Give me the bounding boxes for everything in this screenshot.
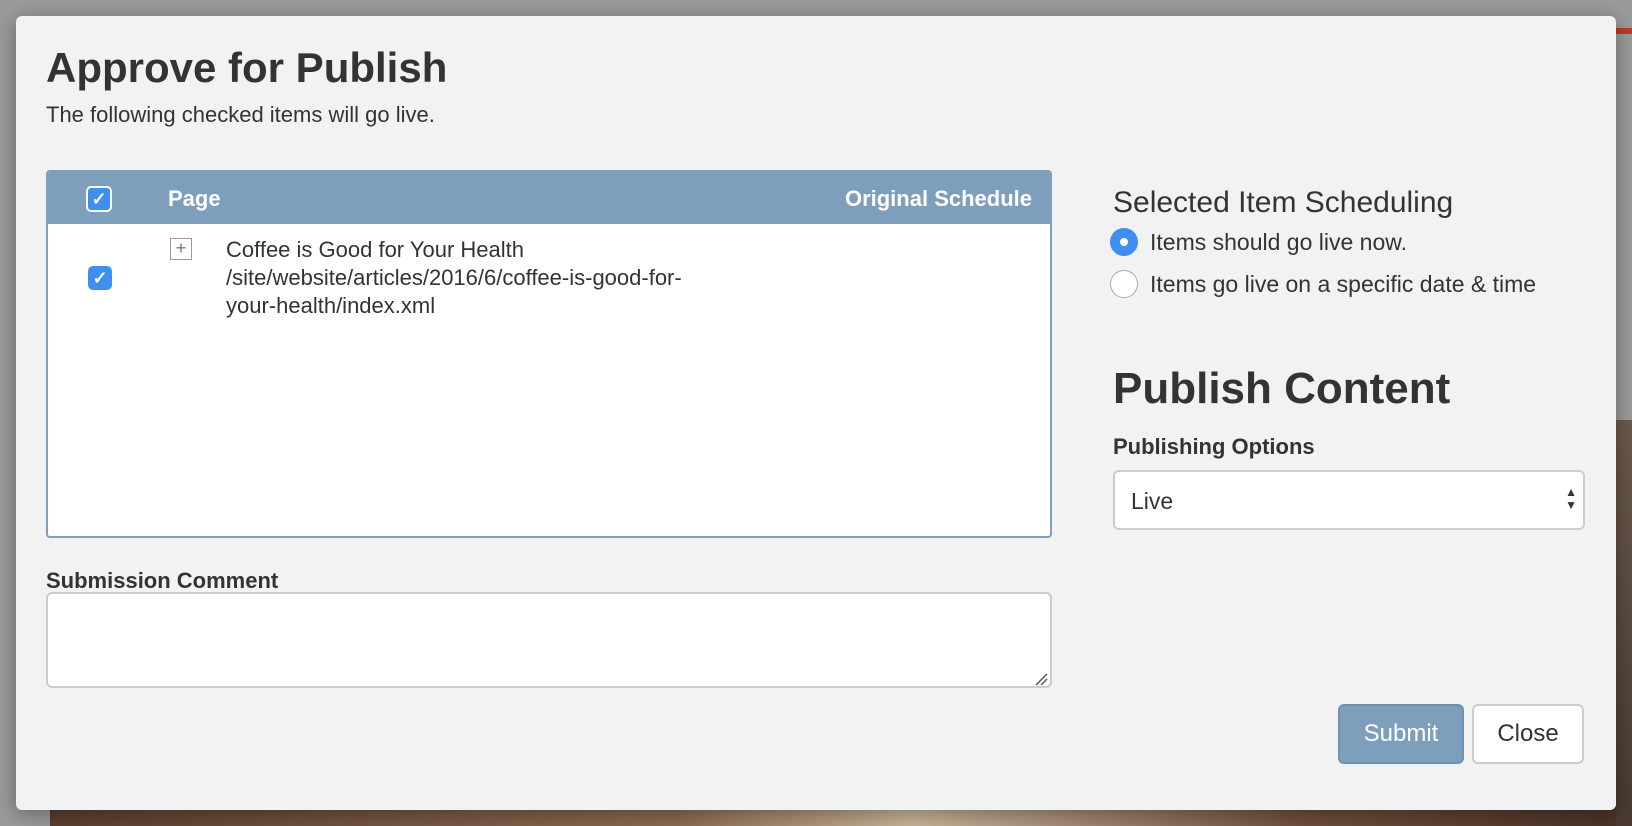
row-checkbox[interactable]: ✓ xyxy=(88,266,112,290)
page-title: Coffee is Good for Your Health xyxy=(226,237,525,262)
radio-label-scheduled: Items go live on a specific date & time xyxy=(1150,270,1537,297)
table-row: ✓ + Coffee is Good for Your Health /site… xyxy=(48,224,1050,334)
submit-button[interactable]: Submit xyxy=(1338,704,1464,764)
publishing-options-label: Publishing Options xyxy=(1113,434,1315,459)
radio-go-live-scheduled[interactable]: Items go live on a specific date & time xyxy=(1110,270,1536,298)
table-header: ✓ Page Original Schedule xyxy=(48,172,1050,224)
radio-button-selected[interactable] xyxy=(1110,228,1138,256)
checkmark-icon: ✓ xyxy=(92,267,108,288)
submission-comment-input[interactable] xyxy=(46,592,1052,688)
radio-button[interactable] xyxy=(1110,270,1138,298)
select-value: Live xyxy=(1131,488,1174,514)
background-red-mark xyxy=(1616,28,1632,34)
resize-grip-icon[interactable] xyxy=(1034,672,1048,686)
row-text: Coffee is Good for Your Health /site/web… xyxy=(226,236,726,320)
dialog-subtitle: The following checked items will go live… xyxy=(46,102,435,127)
column-header-original-schedule[interactable]: Original Schedule xyxy=(845,186,1032,212)
select-all-checkbox[interactable]: ✓ xyxy=(86,186,112,212)
approve-publish-dialog: Approve for Publish The following checke… xyxy=(16,16,1616,810)
close-button[interactable]: Close xyxy=(1472,704,1584,764)
column-header-page[interactable]: Page xyxy=(168,186,221,212)
radio-go-live-now[interactable]: Items should go live now. xyxy=(1110,228,1407,256)
checkmark-icon: ✓ xyxy=(91,188,107,209)
publishing-options-select[interactable]: Live ▲ ▼ xyxy=(1113,470,1585,530)
dialog-title: Approve for Publish xyxy=(46,44,448,91)
scheduling-heading: Selected Item Scheduling xyxy=(1113,186,1454,219)
expand-plus-icon[interactable]: + xyxy=(170,238,192,260)
background-page-image xyxy=(1616,420,1632,826)
select-arrows-icon: ▲ ▼ xyxy=(1565,485,1577,512)
submission-comment-label: Submission Comment xyxy=(46,568,279,593)
page-path: /site/website/articles/2016/6/coffee-is-… xyxy=(226,265,682,318)
publish-content-heading: Publish Content xyxy=(1113,364,1451,413)
radio-label-now: Items should go live now. xyxy=(1150,228,1407,255)
items-table: ✓ Page Original Schedule ✓ + Coffee is G… xyxy=(46,170,1052,538)
